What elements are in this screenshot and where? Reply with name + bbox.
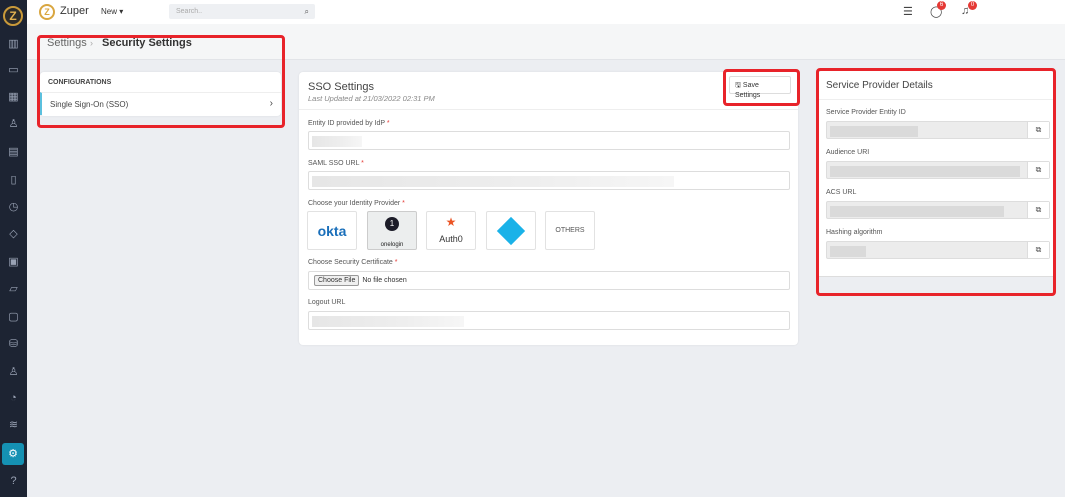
zuper-logo-icon[interactable]: Z: [3, 6, 23, 26]
bell-icon[interactable]: ♫ 0: [961, 1, 977, 17]
dashboard-icon[interactable]: ▥: [5, 36, 22, 53]
sso-title: SSO Settings: [308, 81, 375, 93]
search-placeholder: Search..: [176, 8, 203, 15]
idp-label: Choose your Identity Provider *: [308, 200, 405, 207]
jobs-icon[interactable]: ▭: [5, 62, 22, 79]
others-label: OTHERS: [555, 227, 585, 234]
payments-icon[interactable]: ◔: [5, 390, 22, 407]
documents-icon[interactable]: ▢: [5, 309, 22, 326]
layers-icon[interactable]: ≋: [5, 417, 22, 434]
sso-settings-card: SSO Settings Last Updated at 21/03/2022 …: [299, 72, 798, 345]
timesheet-icon[interactable]: ◷: [5, 199, 22, 216]
entity-id-label: Entity ID provided by IdP *: [308, 120, 390, 127]
idp-okta[interactable]: okta: [307, 211, 357, 250]
highlight-box-service-provider: [816, 68, 1056, 296]
brand-name: Zuper: [60, 5, 89, 17]
chat-icon[interactable]: ◯ 6: [930, 1, 946, 18]
highlight-box-breadcrumb: [37, 35, 285, 128]
redacted-value: [312, 136, 362, 147]
onelogin-icon: 1: [385, 217, 399, 231]
help-icon[interactable]: ?: [5, 473, 22, 490]
folder-icon[interactable]: ▱: [5, 281, 22, 298]
redacted-value: [312, 176, 674, 187]
last-updated: Last Updated at 21/03/2022 02:31 PM: [308, 94, 435, 103]
saml-sso-url-input[interactable]: [308, 171, 790, 190]
highlight-box-save: [723, 69, 800, 106]
auth0-label: Auth0: [439, 234, 463, 244]
idp-others[interactable]: OTHERS: [545, 211, 595, 250]
label-text: Choose your Identity Provider: [308, 200, 401, 207]
idp-auth0[interactable]: ★ Auth0: [426, 211, 476, 250]
onelogin-label: onelogin: [380, 242, 404, 248]
settings-icon[interactable]: ⚙: [2, 443, 24, 465]
sidebar: Z ▥ ▭ ▦ ♙ ▤ ▯ ◷ ◇ ▣ ▱ ▢ ⛁ ♙ ◔ ≋ ⚙ ?: [0, 0, 27, 497]
search-input[interactable]: Search.. ⌕: [169, 4, 315, 19]
auth0-icon: ★: [445, 215, 457, 229]
saml-url-label: SAML SSO URL *: [308, 160, 364, 167]
users-icon[interactable]: ♙: [5, 364, 22, 381]
label-text: Choose Security Certificate: [308, 259, 393, 266]
notification-badge: 0: [968, 1, 977, 10]
reports-icon[interactable]: ▣: [5, 254, 22, 271]
certificate-label: Choose Security Certificate *: [308, 259, 398, 266]
required-mark: *: [402, 200, 405, 207]
list-icon[interactable]: ☰: [903, 5, 913, 18]
calendar-icon[interactable]: ▦: [5, 89, 22, 106]
idp-onelogin[interactable]: 1 onelogin: [367, 211, 417, 250]
no-file-text: No file chosen: [362, 277, 407, 284]
logout-url-label: Logout URL: [308, 299, 346, 306]
label-text: SAML SSO URL: [308, 160, 360, 167]
map-icon[interactable]: ▯: [5, 172, 22, 189]
label-text: Entity ID provided by IdP: [308, 120, 385, 127]
azure-ad-icon: [496, 216, 526, 246]
invoice-icon[interactable]: ▤: [5, 144, 22, 161]
customers-icon[interactable]: ♙: [5, 116, 22, 133]
idp-azure[interactable]: [486, 211, 536, 250]
redacted-value: [312, 316, 464, 327]
required-mark: *: [386, 120, 390, 127]
logout-url-input[interactable]: [308, 311, 790, 330]
brand-logo-icon: Z: [39, 4, 55, 20]
required-mark: *: [361, 160, 364, 167]
choose-file-button[interactable]: Choose File: [314, 275, 360, 286]
required-mark: *: [394, 259, 398, 266]
certificate-file-input[interactable]: Choose File No file chosen: [308, 271, 790, 290]
assets-icon[interactable]: ⛁: [5, 336, 22, 353]
okta-logo: okta: [317, 223, 347, 239]
chat-badge: 6: [937, 1, 946, 10]
new-dropdown[interactable]: New ▾: [101, 7, 123, 16]
divider: [299, 109, 798, 110]
search-icon[interactable]: ⌕: [305, 7, 309, 17]
top-bar: Z Zuper New ▾ Search.. ⌕ ☰ ◯ 6 ♫ 0: [27, 0, 1065, 24]
entity-id-input[interactable]: [308, 131, 790, 150]
tag-icon[interactable]: ◇: [5, 226, 22, 243]
